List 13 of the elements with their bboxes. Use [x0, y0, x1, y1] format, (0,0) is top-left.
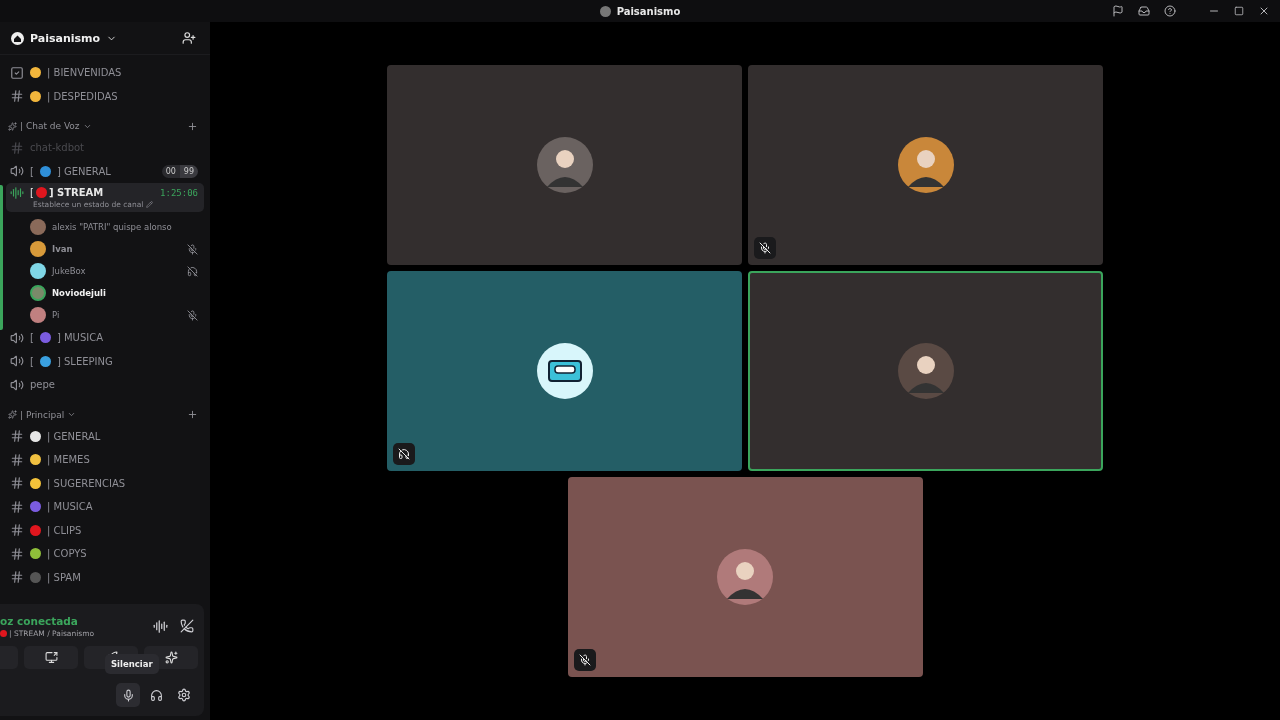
bracket: [	[30, 355, 34, 367]
bracket: [	[30, 187, 34, 198]
channel-name: ] GENERAL	[56, 165, 111, 177]
window-title: Paisanismo	[616, 5, 681, 17]
channel-name: ] MUSICA	[56, 332, 104, 344]
call-timer: 1:25:06	[160, 187, 198, 198]
tooltip: Silenciar	[105, 654, 159, 674]
channel-name: ] STREAM	[48, 187, 104, 198]
channel-name: ] SLEEPING	[56, 355, 113, 367]
connection-status: oz conectada	[0, 614, 79, 627]
bracket: [	[30, 332, 34, 344]
bracket: [	[30, 165, 34, 177]
channel-name: pepe	[30, 379, 55, 391]
